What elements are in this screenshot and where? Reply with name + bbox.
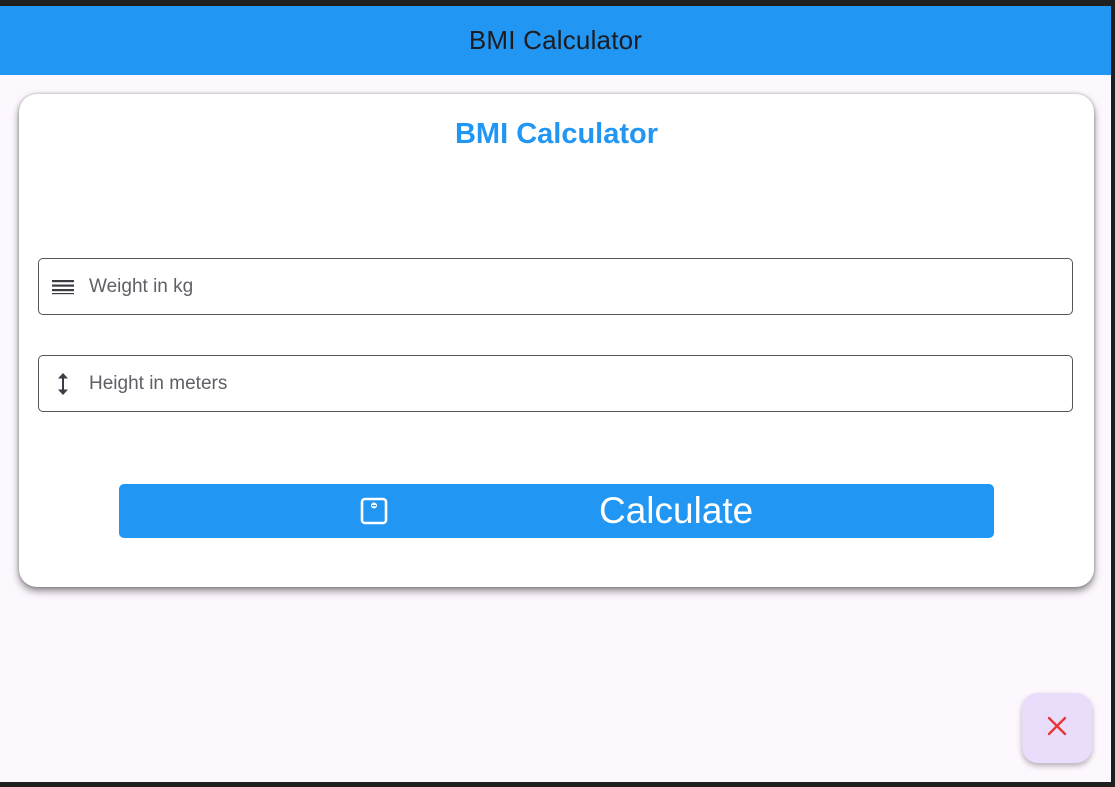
calculate-button-label: Calculate <box>599 490 754 531</box>
app-bar-title: BMI Calculator <box>468 25 643 55</box>
vertical-arrows-icon <box>50 371 76 397</box>
weight-field[interactable] <box>38 258 1073 315</box>
app-bar: BMI Calculator <box>0 6 1111 75</box>
weight-input[interactable] <box>89 259 1072 314</box>
height-field[interactable] <box>38 355 1073 412</box>
app-window: BMI Calculator BMI Calculator Weight in … <box>0 6 1111 782</box>
scale-icon <box>359 496 389 526</box>
calculator-card: BMI Calculator Weight in kg Height in me… <box>19 94 1094 587</box>
weight-lines-icon <box>50 274 76 300</box>
card-title: BMI Calculator <box>454 118 659 150</box>
close-fab[interactable] <box>1022 693 1092 763</box>
close-icon <box>1046 715 1068 742</box>
calculate-button[interactable]: Calculate <box>119 484 994 538</box>
height-input[interactable] <box>89 356 1072 411</box>
